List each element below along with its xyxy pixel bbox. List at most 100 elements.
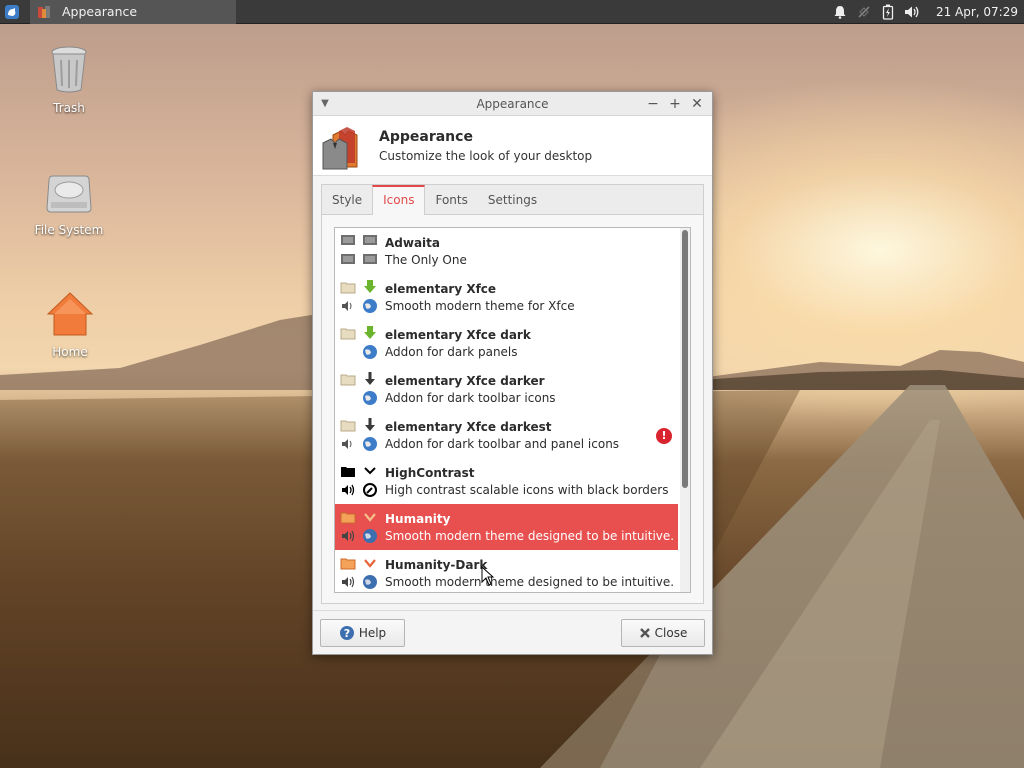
network-disconnected-icon[interactable] [856,4,872,20]
desktop-icon-label: Trash [53,101,85,115]
mouse-pointer-icon [481,566,495,586]
scrollbar-thumb[interactable] [682,230,688,488]
theme-description: Addon for dark toolbar and panel icons [385,436,620,451]
maximize-icon[interactable]: + [664,97,686,111]
list-item[interactable]: HighContrast High contrast scalable icon… [335,458,678,504]
battery-charging-icon[interactable] [880,4,896,20]
warning-icon: ! [656,428,672,444]
theme-preview-icons [339,462,381,500]
globe-icon [361,297,379,315]
trash-icon [51,46,87,93]
appearance-app-icon [38,5,50,18]
folder-icon [339,278,357,296]
svg-text:?: ? [344,627,350,640]
folder-icon [339,370,357,388]
download-arrow-icon [361,370,379,388]
list-item[interactable]: Adwaita The Only One [335,228,678,274]
dialog-title: Appearance [379,128,473,145]
globe-icon [361,435,379,453]
tab-style[interactable]: Style [322,185,372,214]
list-item-selected[interactable]: Humanity Smooth modern theme designed to… [335,504,678,550]
desktop-icon-file-system[interactable]: File System [24,172,114,237]
icon-theme-list[interactable]: Adwaita The Only One elementary Xfce Smo [334,227,691,593]
theme-description: Addon for dark panels [385,344,518,359]
close-icon [639,627,651,639]
chevron-down-icon [361,462,379,480]
tab-icons[interactable]: Icons [372,185,426,215]
close-button[interactable]: Close [621,618,705,647]
desktop-icon-label: File System [34,223,104,237]
system-tray: 21 Apr, 07:29 [828,0,1024,24]
theme-name: elementary Xfce [385,281,497,296]
top-panel: Appearance 21 Apr, 07:29 [0,0,1024,24]
theme-description: Smooth modern theme designed to be intui… [385,574,675,589]
download-arrow-icon [361,278,379,296]
xfce-mouse-icon [5,4,19,19]
dialog-subtitle: Customize the look of your desktop [379,148,593,163]
theme-preview-icons [339,416,381,454]
settings-notebook: Style Icons Fonts Settings Adwaita The O… [321,184,704,604]
browser-icon [361,481,379,499]
desktop-icon-trash[interactable]: Trash [24,44,114,115]
theme-description: Smooth modern theme for Xfce [385,298,575,313]
tab-settings[interactable]: Settings [478,185,547,214]
globe-icon [361,343,379,361]
list-scrollbar[interactable] [680,228,690,592]
theme-preview-icons [339,232,381,270]
home-folder-icon [46,292,94,336]
list-item[interactable]: Humanity-Dark Smooth modern theme design… [335,550,678,592]
theme-description: Addon for dark toolbar icons [385,390,556,405]
appearance-shirt-icon [322,126,358,169]
theme-name: HighContrast [385,465,475,480]
globe-icon [361,573,379,591]
appearance-window: ▼ Appearance − + ✕ Appearance Customize … [312,91,713,655]
desktop-icon-home[interactable]: Home [25,290,115,359]
monitor-icon [361,232,379,250]
close-window-icon[interactable]: ✕ [686,97,708,111]
dialog-header: Appearance Customize the look of your de… [313,116,712,176]
monitor-icon [361,251,379,269]
help-button-label: Help [358,625,387,640]
download-arrow-icon [361,416,379,434]
whisker-menu-button[interactable] [0,0,24,24]
list-item[interactable]: elementary Xfce darker Addon for dark to… [335,366,678,412]
minimize-icon[interactable]: − [642,97,664,111]
speaker-icon [339,527,357,545]
hard-drive-icon [46,175,92,213]
theme-name: elementary Xfce darkest [385,419,552,434]
monitor-icon [339,251,357,269]
tab-fonts[interactable]: Fonts [425,185,477,214]
theme-name: elementary Xfce dark [385,327,531,342]
panel-clock[interactable]: 21 Apr, 07:29 [936,5,1018,19]
close-button-label: Close [654,625,688,640]
window-titlebar[interactable]: ▼ Appearance − + ✕ [313,92,712,116]
volume-icon[interactable] [904,4,920,20]
folder-icon [339,462,357,480]
download-arrow-icon [361,324,379,342]
speaker-icon [339,573,357,591]
globe-icon [361,527,379,545]
globe-icon [361,389,379,407]
speaker-icon [339,297,357,315]
folder-icon [339,508,357,526]
speaker-icon [339,481,357,499]
theme-description: High contrast scalable icons with black … [385,482,669,497]
list-item[interactable]: elementary Xfce darkest Addon for dark t… [335,412,678,458]
desktop-icon-label: Home [52,345,88,359]
notification-bell-icon[interactable] [832,4,848,20]
theme-name: elementary Xfce darker [385,373,545,388]
tab-bar: Style Icons Fonts Settings [322,185,703,215]
taskbar-item-label: Appearance [62,4,138,19]
help-button[interactable]: ? Help [320,618,405,647]
theme-preview-icons [339,278,381,316]
chevron-down-icon [361,554,379,572]
window-controls: − + ✕ [642,97,708,111]
theme-preview-icons [339,554,381,592]
list-item[interactable]: elementary Xfce dark Addon for dark pane… [335,320,678,366]
window-menu-icon[interactable]: ▼ [313,98,337,109]
list-item[interactable]: elementary Xfce Smooth modern theme for … [335,274,678,320]
taskbar-item-appearance[interactable]: Appearance [30,0,236,24]
theme-name: Humanity-Dark [385,557,488,572]
theme-name: Adwaita [385,235,441,250]
chevron-down-icon [361,508,379,526]
